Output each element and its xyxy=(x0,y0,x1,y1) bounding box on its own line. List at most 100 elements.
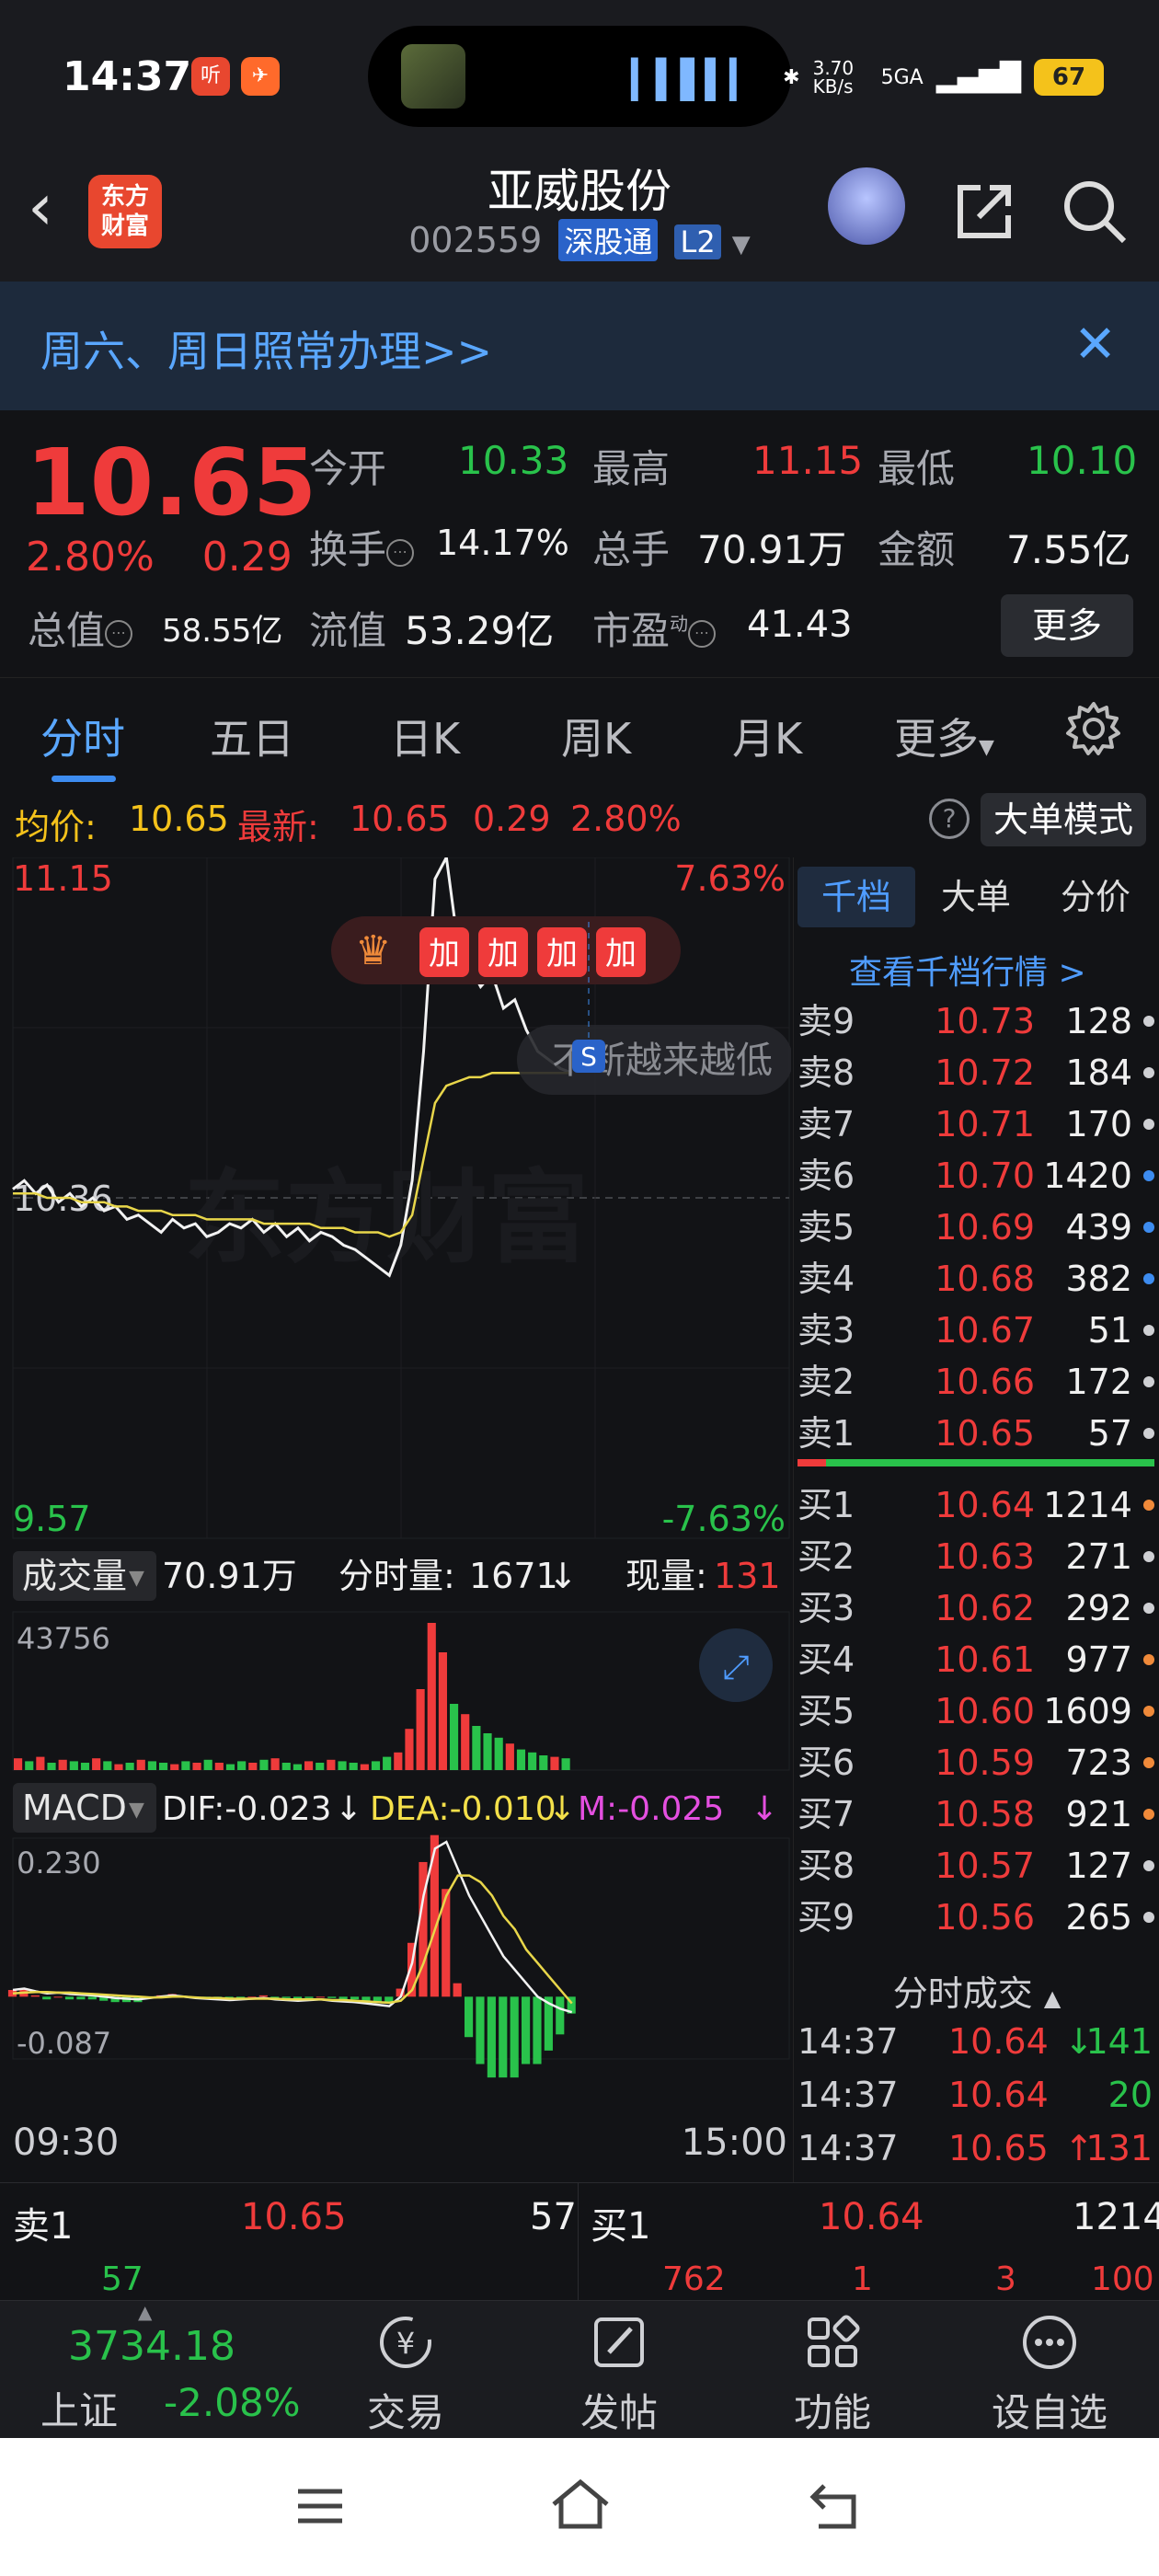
now-volume-label: 现量: xyxy=(625,1556,707,1596)
volume-bar xyxy=(293,1764,302,1770)
tab-price-dist[interactable]: 分价 xyxy=(1037,867,1154,927)
tab-intraday[interactable]: 分时 xyxy=(40,706,125,766)
search-icon[interactable] xyxy=(1058,175,1131,248)
macd-bar xyxy=(258,1995,268,1997)
ask-row[interactable]: 卖1 10.65 57 xyxy=(798,1408,1156,1459)
back-nav-icon[interactable] xyxy=(806,2478,865,2534)
watermark-logo: 东方财富 xyxy=(184,1159,589,1277)
tab-big-order[interactable]: 大单 xyxy=(917,867,1035,927)
macd-bar xyxy=(316,1996,325,1998)
system-nav-bar xyxy=(0,2438,1159,2576)
macd-bar xyxy=(556,1996,565,2035)
bid-row[interactable]: 买4 10.61 977 xyxy=(798,1634,1156,1685)
down-arrow-icon: ↓ xyxy=(335,1790,362,1828)
tab-daily-k[interactable]: 日K xyxy=(390,706,460,766)
bid-row[interactable]: 买8 10.57 127 xyxy=(798,1840,1156,1892)
functions-label: 功能 xyxy=(793,2390,871,2435)
chevron-down-icon[interactable]: ▼ xyxy=(732,231,751,259)
ask-row[interactable]: 卖9 10.73 128 xyxy=(798,995,1156,1047)
bid-row[interactable]: 买6 10.59 723 xyxy=(798,1737,1156,1788)
ask-row[interactable]: 卖6 10.70 1420 xyxy=(798,1150,1156,1202)
bid-level: 买3 xyxy=(798,1588,855,1628)
bid-row[interactable]: 买1 10.64 1214 xyxy=(798,1479,1156,1531)
home-icon[interactable] xyxy=(548,2475,613,2534)
tick-time: 14:37 xyxy=(798,2128,899,2168)
bid-price: 10.61 xyxy=(935,1639,1035,1680)
amount-value: 7.55亿 xyxy=(1006,527,1131,572)
bid-row[interactable]: 买9 10.56 265 xyxy=(798,1892,1156,1943)
index-change[interactable]: -2.08% xyxy=(164,2380,301,2425)
help-icon[interactable]: ? xyxy=(929,799,970,839)
info-icon[interactable]: ⋯ xyxy=(105,619,133,648)
ask-row[interactable]: 卖4 10.68 382 xyxy=(798,1253,1156,1305)
intraday-chart[interactable]: 东方财富 11.15 7.63% 10.36 9.57 -7.63% ♛ 加加加… xyxy=(0,853,793,2182)
big-order-mode-button[interactable]: 大单模式 xyxy=(981,793,1146,846)
volume-bar xyxy=(270,1758,280,1770)
ask-row[interactable]: 卖2 10.66 172 xyxy=(798,1356,1156,1408)
avg-value: 10.65 xyxy=(129,799,229,839)
low-label: 最低 xyxy=(878,446,956,491)
bid-row[interactable]: 买7 10.58 921 xyxy=(798,1788,1156,1840)
bid-row[interactable]: 买5 10.60 1609 xyxy=(798,1685,1156,1737)
ai-assistant-icon[interactable] xyxy=(828,167,905,245)
pct-top-label: 7.63% xyxy=(674,858,786,899)
add-watchlist-button[interactable]: 设自选 xyxy=(981,2310,1119,2438)
status-bar: 14:37 听 ✈ ▎▍▌▍▎ ✱ 3.70 KB/s 5GA ▂▄▆█ 67 xyxy=(0,0,1159,147)
quote-panel: 10.65 2.80% 0.29 今开 10.33 最高 11.15 最低 10… xyxy=(0,410,1159,677)
share-icon[interactable] xyxy=(947,175,1021,248)
close-icon[interactable]: ✕ xyxy=(1073,315,1117,374)
ticks-header[interactable]: 分时成交 ▲ xyxy=(794,1965,1159,2016)
tab-monthly-k[interactable]: 月K xyxy=(732,706,802,766)
gear-icon[interactable] xyxy=(1063,698,1124,759)
index-name[interactable]: 上证 xyxy=(40,2380,118,2436)
ask-row[interactable]: 卖5 10.69 439 xyxy=(798,1202,1156,1253)
caret-up-icon: ▲ xyxy=(1043,1985,1061,2011)
macd-bar xyxy=(304,1996,314,1998)
bid-level: 买1 xyxy=(798,1485,855,1525)
ask-row[interactable]: 卖7 10.71 170 xyxy=(798,1098,1156,1150)
ask-price: 10.71 xyxy=(935,1104,1035,1144)
functions-button[interactable]: 功能 xyxy=(763,2310,901,2438)
trade-button[interactable]: ¥ 交易 xyxy=(337,2310,475,2438)
bid-price: 10.59 xyxy=(935,1742,1035,1783)
volume-bar xyxy=(136,1759,145,1770)
index-value[interactable]: 3734.18 xyxy=(68,2323,235,2370)
volume-change-dot xyxy=(1143,1912,1154,1923)
bid-row[interactable]: 买2 10.63 271 xyxy=(798,1531,1156,1582)
down-arrow-icon: ↓ xyxy=(548,1556,578,1596)
tab-more[interactable]: 更多▼ xyxy=(894,706,994,766)
volume-bar xyxy=(25,1761,34,1770)
menu-icon[interactable] xyxy=(293,2478,348,2534)
tab-depth[interactable]: 千档 xyxy=(798,867,915,927)
more-dots-icon xyxy=(1023,2316,1076,2369)
ask-row[interactable]: 卖3 10.67 51 xyxy=(798,1305,1156,1356)
post-button[interactable]: 发帖 xyxy=(550,2310,688,2438)
tab-weekly-k[interactable]: 周K xyxy=(561,706,631,766)
best-ask-vol: 57 xyxy=(530,2196,577,2238)
info-icon[interactable]: ⋯ xyxy=(688,619,717,648)
y-bottom-label: 9.57 xyxy=(13,1499,91,1539)
notice-text[interactable]: 周六、周日照常办理>> xyxy=(40,318,492,379)
add-signal-label: 加 xyxy=(429,936,460,972)
bid-row[interactable]: 买3 10.62 292 xyxy=(798,1582,1156,1634)
ask-row[interactable]: 卖8 10.72 184 xyxy=(798,1047,1156,1098)
bid-volume: 271 xyxy=(1065,1536,1132,1577)
notice-banner[interactable]: 周六、周日照常办理>> ✕ xyxy=(0,282,1159,410)
tick-price: 10.65 xyxy=(948,2128,1049,2168)
level-tag: L2 xyxy=(674,224,721,259)
dynamic-island[interactable]: ▎▍▌▍▎ xyxy=(368,26,791,127)
volume-change-dot xyxy=(1143,1706,1154,1717)
x-start-label: 09:30 xyxy=(13,2122,119,2164)
avg-label: 均价: xyxy=(15,807,97,847)
bid-price: 10.57 xyxy=(935,1846,1035,1886)
view-depth-link[interactable]: 查看千档行情 > xyxy=(849,946,1086,994)
change-amt: 0.29 xyxy=(201,534,293,581)
macd-bar xyxy=(476,1996,485,2064)
info-icon[interactable]: ⋯ xyxy=(386,538,415,567)
more-button[interactable]: 更多 xyxy=(1001,594,1133,657)
mktcap-label: 总值 ⋯ xyxy=(28,600,133,656)
bid-level: 买2 xyxy=(798,1536,855,1577)
tab-five-day[interactable]: 五日 xyxy=(210,706,294,766)
macd-bar xyxy=(53,1996,63,1998)
bid-volume: 265 xyxy=(1065,1897,1132,1938)
